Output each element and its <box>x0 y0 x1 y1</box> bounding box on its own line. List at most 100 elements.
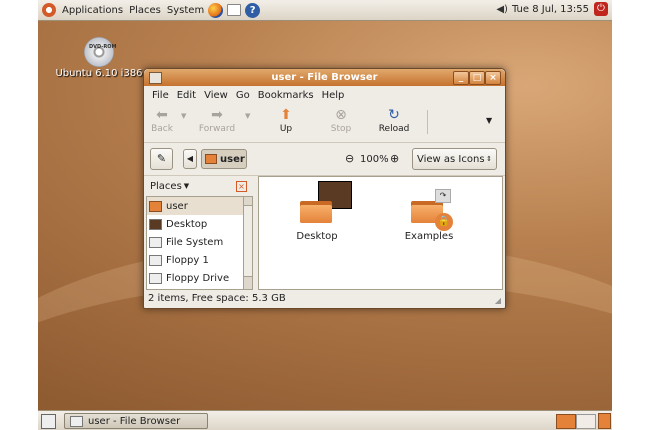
sidebar-item-desktop[interactable]: Desktop <box>147 215 243 233</box>
maximize-button[interactable]: □ <box>469 71 485 85</box>
view-mode-select[interactable]: View as Icons ⇕ <box>412 148 497 170</box>
window-title: user - File Browser <box>271 72 378 83</box>
file-label: Examples <box>404 231 454 242</box>
reload-button[interactable]: ↻ Reload <box>369 107 419 134</box>
volume-icon[interactable]: ◀) <box>496 4 508 15</box>
places-list: user Desktop File System Floppy 1 Floppy… <box>146 196 244 290</box>
sidebar: Places ▼ × user Desktop File System Flop… <box>146 176 253 290</box>
zoom-out-icon[interactable]: ⊖ <box>345 152 354 165</box>
back-history-icon[interactable]: ▼ <box>181 112 186 120</box>
menu-system[interactable]: System <box>167 5 204 16</box>
menu-view[interactable]: View <box>204 90 228 101</box>
clock[interactable]: Tue 8 Jul, 13:55 <box>512 4 589 15</box>
toolbar: ⬅ Back ▼ ➡ Forward ▼ ⬆ Up ⊗ Stop ↻ Reloa… <box>144 104 505 143</box>
folder-icon <box>300 197 332 223</box>
updown-arrow-icon: ⇕ <box>486 155 492 163</box>
firefox-icon[interactable] <box>208 2 224 18</box>
status-bar: 2 items, Free space: 5.3 GB ◢ <box>148 289 501 307</box>
icon-view[interactable]: Desktop ↷ 🔒 Examples <box>258 176 503 290</box>
file-label: Desktop <box>296 231 338 242</box>
file-browser-window: user - File Browser _ □ × File Edit View… <box>143 68 506 309</box>
sidebar-item-floppy-1[interactable]: Floppy 1 <box>147 251 243 269</box>
home-folder-icon <box>149 200 162 212</box>
close-sidebar-icon[interactable]: × <box>236 181 247 192</box>
trash-icon[interactable] <box>598 413 611 429</box>
sidebar-item-label: File System <box>166 236 224 248</box>
forward-arrow-icon: ➡ <box>211 107 223 123</box>
scrollbar-thumb[interactable] <box>244 205 252 277</box>
menu-go[interactable]: Go <box>236 90 250 101</box>
sidebar-scrollbar[interactable] <box>243 196 253 290</box>
back-arrow-icon: ⬅ <box>156 107 168 123</box>
menu-bar: File Edit View Go Bookmarks Help <box>144 86 505 104</box>
window-menu-icon[interactable] <box>149 72 162 84</box>
menu-places[interactable]: Places <box>129 5 161 16</box>
dvd-icon-text: DVD-ROM <box>89 44 117 50</box>
toolbar-overflow-icon[interactable]: ▼ <box>486 116 492 125</box>
path-button-label: user <box>220 153 245 165</box>
sidebar-item-user[interactable]: user <box>147 197 243 215</box>
desktop-icon <box>149 218 162 230</box>
sidebar-item-label: Desktop <box>166 218 208 230</box>
chevron-down-icon: ▼ <box>183 182 190 190</box>
help-icon[interactable]: ? <box>245 2 261 18</box>
dvd-icon[interactable] <box>84 37 114 67</box>
minimize-button[interactable]: _ <box>453 71 469 85</box>
taskbar-item-file-browser[interactable]: user - File Browser <box>64 413 208 429</box>
bottom-panel: user - File Browser <box>38 410 612 430</box>
reload-icon: ↻ <box>388 107 400 123</box>
desktop-screen: Applications Places System ? ◀) Tue 8 Ju… <box>38 0 612 430</box>
title-bar[interactable]: user - File Browser _ □ × <box>144 69 505 86</box>
menu-edit[interactable]: Edit <box>177 90 196 101</box>
symlink-icon: ↷ <box>435 189 451 203</box>
hard-drive-icon <box>149 236 162 248</box>
stop-label: Stop <box>330 124 352 134</box>
menu-file[interactable]: File <box>152 90 169 101</box>
toolbar-separator <box>427 110 428 134</box>
ubuntu-logo-icon[interactable] <box>42 3 56 17</box>
sidebar-item-file-system[interactable]: File System <box>147 233 243 251</box>
sidebar-item-label: Floppy 1 <box>166 254 209 266</box>
lock-icon: 🔒 <box>435 213 453 231</box>
reload-label: Reload <box>378 124 410 134</box>
floppy-icon <box>149 272 162 284</box>
back-label: Back <box>151 124 173 134</box>
places-header[interactable]: Places ▼ × <box>146 176 253 196</box>
workspace-1[interactable] <box>556 414 576 429</box>
up-button[interactable]: ⬆ Up <box>261 107 311 134</box>
sidebar-item-floppy-drive[interactable]: Floppy Drive <box>147 269 243 287</box>
sidebar-item-label: Floppy Drive <box>166 272 230 284</box>
stop-icon: ⊗ <box>335 107 347 123</box>
menu-bookmarks[interactable]: Bookmarks <box>258 90 314 101</box>
up-arrow-icon: ⬆ <box>280 107 292 123</box>
floppy-icon <box>149 254 162 266</box>
show-desktop-button[interactable] <box>41 414 56 429</box>
stop-button[interactable]: ⊗ Stop <box>316 107 366 134</box>
power-icon[interactable]: ⏻ <box>594 2 608 16</box>
window-body: Places ▼ × user Desktop File System Flop… <box>146 176 503 290</box>
forward-button[interactable]: ➡ Forward <box>192 107 242 134</box>
system-tray: ◀) Tue 8 Jul, 13:55 ⏻ <box>496 2 608 16</box>
top-panel: Applications Places System ? ◀) Tue 8 Ju… <box>38 0 612 21</box>
taskbar-item-label: user - File Browser <box>88 415 181 427</box>
zoom-in-icon[interactable]: ⊕ <box>390 152 399 165</box>
edit-location-icon: ✎ <box>156 152 167 165</box>
path-button-user[interactable]: user <box>201 149 247 169</box>
home-folder-icon <box>205 154 217 164</box>
menu-applications[interactable]: Applications <box>62 5 123 16</box>
left-arrow-icon: ◀ <box>186 154 194 163</box>
path-back-button[interactable]: ◀ <box>183 149 197 169</box>
forward-label: Forward <box>198 124 236 134</box>
zoom-level[interactable]: 100% <box>360 154 389 165</box>
resize-grip-icon[interactable]: ◢ <box>495 296 501 305</box>
mail-icon[interactable] <box>227 4 242 16</box>
edit-location-button[interactable]: ✎ <box>150 148 173 170</box>
location-bar: ✎ ◀ user ⊖ 100% ⊕ View as Icons ⇕ <box>144 143 505 176</box>
back-button[interactable]: ⬅ Back <box>137 107 187 134</box>
places-label: Places <box>150 180 182 192</box>
file-manager-icon <box>70 415 83 427</box>
workspace-2[interactable] <box>576 414 596 429</box>
menu-help[interactable]: Help <box>322 90 345 101</box>
close-button[interactable]: × <box>485 71 501 85</box>
forward-history-icon[interactable]: ▼ <box>245 112 250 120</box>
